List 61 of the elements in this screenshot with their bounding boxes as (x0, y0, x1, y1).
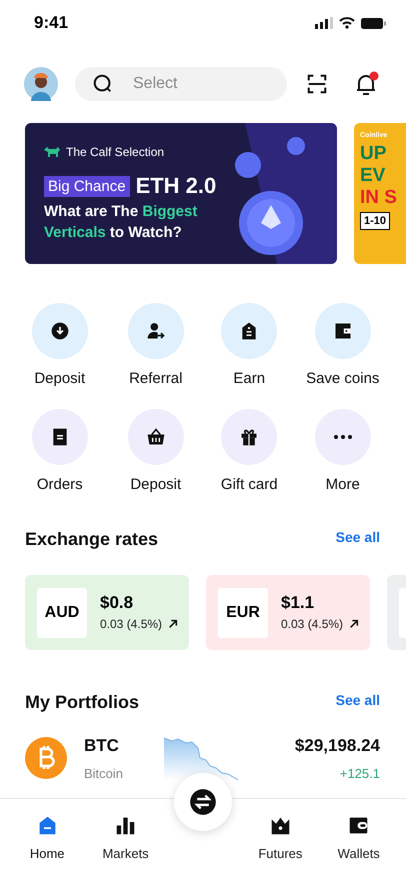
section-title: Exchange rates (25, 528, 158, 551)
banner-headline: What are The Biggest Verticals to Watch? (44, 202, 198, 243)
rate-card[interactable]: EUR $1.1 0.03 (4.5%) (206, 575, 370, 650)
nav-tab[interactable]: Futures (250, 815, 310, 864)
scan-icon[interactable] (306, 73, 328, 95)
action-label[interactable]: More (326, 474, 360, 496)
battery-icon (361, 18, 386, 28)
crown-icon (270, 815, 291, 836)
promo-banner[interactable]: The Calf Selection Big Chance ETH 2.0 What are The Biggest Verticals to Watch? (25, 123, 337, 264)
signal-icon (315, 17, 333, 29)
see-all-link[interactable]: See all (336, 527, 380, 548)
arrow-up-right-icon (168, 618, 178, 628)
rate-price: $1.1 (281, 592, 316, 612)
status-time: 9:41 (34, 12, 68, 34)
action-label[interactable]: Referral (129, 368, 182, 390)
banner-title: ETH 2.0 (136, 174, 216, 198)
rate-card[interactable]: AUD $0.8 0.03 (4.5%) (25, 575, 189, 650)
banner-brand: The Calf Selection (66, 144, 164, 161)
nav-tab[interactable]: Wallets (328, 815, 389, 864)
download-icon (50, 321, 70, 341)
nav-tab[interactable]: Markets (96, 815, 156, 864)
avatar[interactable] (24, 67, 58, 101)
bitcoin-icon (25, 737, 67, 779)
notification-bell-icon[interactable] (354, 71, 380, 97)
banner-text: EV (360, 164, 386, 186)
coin-symbol: BTC (84, 734, 120, 756)
wallet-icon (348, 815, 370, 836)
gift-icon (239, 426, 260, 446)
rate-price: $0.8 (100, 592, 134, 612)
rate-change: 0.03 (4.5%) (100, 616, 162, 632)
basket-icon (146, 426, 166, 446)
action-label[interactable]: Earn (233, 368, 266, 390)
wifi-icon (339, 17, 355, 29)
nav-tab[interactable]: Home (17, 815, 78, 864)
bull-icon (44, 147, 60, 157)
see-all-link[interactable]: See all (336, 690, 380, 711)
search-icon (92, 73, 114, 95)
swap-icon (188, 788, 217, 816)
wallet-icon (332, 321, 353, 341)
coin-price: $29,198.24 (294, 734, 380, 756)
banner-date: 1-10 (360, 212, 390, 230)
arrow-up-right-icon (349, 618, 360, 628)
action-label[interactable]: Save coins (306, 368, 380, 390)
banner-tag: Big Chance (44, 176, 130, 196)
banner-text: UP (360, 142, 388, 164)
coin-change: +125.1 (340, 765, 380, 783)
coin-name: Bitcoin (84, 765, 124, 783)
action-label[interactable]: Orders (36, 474, 83, 496)
banner-text: IN S (360, 186, 398, 208)
search-field[interactable]: Select (75, 67, 287, 101)
home-icon (36, 815, 58, 836)
rate-change: 0.03 (4.5%) (281, 616, 344, 632)
action-label[interactable]: Gift card (220, 474, 278, 496)
bar-chart-icon (115, 815, 136, 836)
add-person-icon (146, 321, 166, 341)
currency-code: EUR (218, 588, 268, 638)
action-label[interactable]: Deposit (34, 368, 86, 390)
section-title: My Portfolios (25, 691, 140, 714)
more-icon (334, 434, 352, 438)
currency-code: AUD (37, 588, 87, 638)
action-label[interactable]: Deposit (130, 474, 182, 496)
